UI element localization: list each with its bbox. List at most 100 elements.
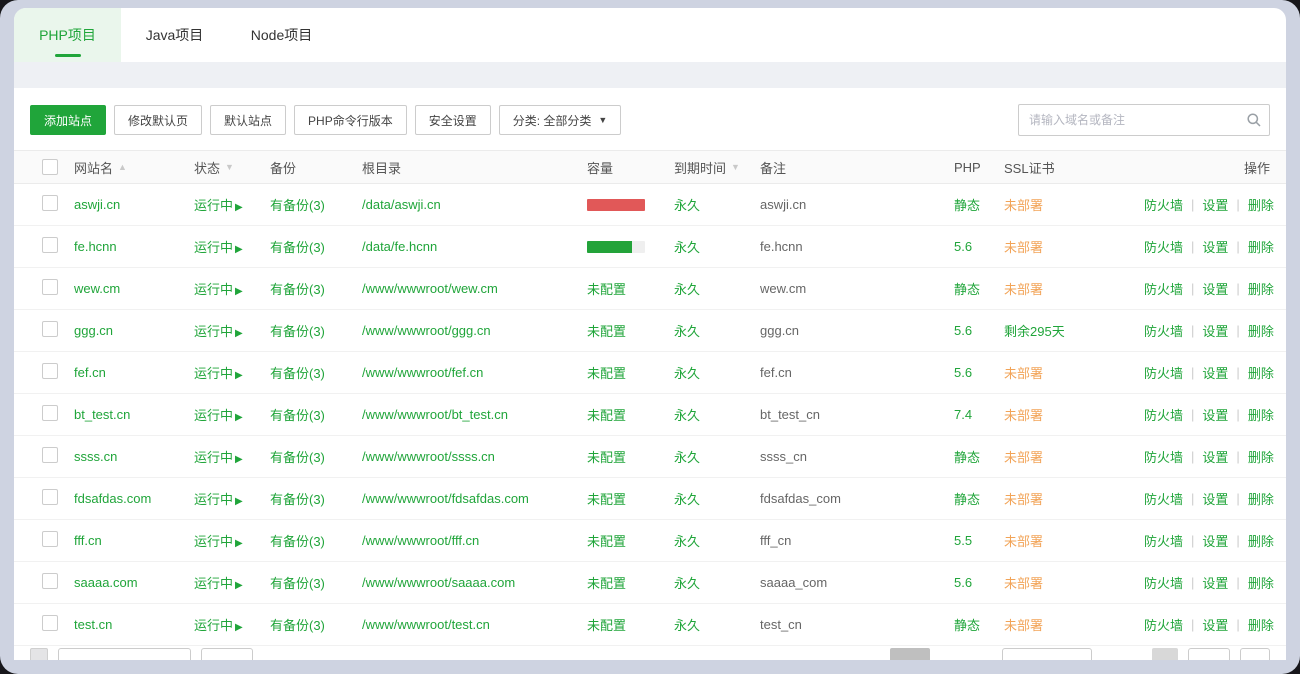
category-filter-dropdown[interactable]: 分类: 全部分类 ▼ bbox=[499, 105, 622, 135]
site-name-link[interactable]: fef.cn bbox=[74, 365, 106, 380]
quota-cell[interactable] bbox=[587, 199, 674, 211]
site-status-link[interactable]: 运行中 bbox=[194, 240, 233, 255]
action-settings[interactable]: 设置 bbox=[1202, 321, 1228, 340]
quota-cell[interactable]: 未配置 bbox=[587, 531, 674, 550]
backup-link[interactable]: 有备份(3) bbox=[270, 492, 325, 507]
site-name-link[interactable]: saaaa.com bbox=[74, 575, 138, 590]
remark-text[interactable]: fdsafdas_com bbox=[760, 491, 954, 506]
quota-unconfigured-link[interactable]: 未配置 bbox=[587, 324, 626, 339]
security-settings-button[interactable]: 安全设置 bbox=[415, 105, 491, 135]
site-name-link[interactable]: fdsafdas.com bbox=[74, 491, 151, 506]
column-site-name[interactable]: 网站名 ▲ bbox=[74, 158, 194, 177]
ssl-status-link[interactable]: 未部署 bbox=[1004, 492, 1043, 507]
remark-text[interactable]: ggg.cn bbox=[760, 323, 954, 338]
remark-text[interactable]: fff_cn bbox=[760, 533, 954, 548]
remark-text[interactable]: ssss_cn bbox=[760, 449, 954, 464]
root-path-link[interactable]: /data/aswji.cn bbox=[362, 197, 441, 212]
pagination-go-button[interactable] bbox=[1240, 648, 1270, 660]
row-checkbox[interactable] bbox=[42, 573, 58, 589]
action-firewall[interactable]: 防火墙 bbox=[1144, 363, 1183, 382]
backup-link[interactable]: 有备份(3) bbox=[270, 408, 325, 423]
ssl-status-link[interactable]: 未部署 bbox=[1004, 576, 1043, 591]
site-status-link[interactable]: 运行中 bbox=[194, 534, 233, 549]
backup-link[interactable]: 有备份(3) bbox=[270, 534, 325, 549]
backup-link[interactable]: 有备份(3) bbox=[270, 282, 325, 297]
action-delete[interactable]: 删除 bbox=[1248, 195, 1274, 214]
root-path-link[interactable]: /www/wwwroot/ssss.cn bbox=[362, 449, 495, 464]
action-firewall[interactable]: 防火墙 bbox=[1144, 531, 1183, 550]
quota-unconfigured-link[interactable]: 未配置 bbox=[587, 450, 626, 465]
row-checkbox[interactable] bbox=[42, 405, 58, 421]
php-version-link[interactable]: 静态 bbox=[954, 492, 980, 507]
modify-default-page-button[interactable]: 修改默认页 bbox=[114, 105, 202, 135]
backup-link[interactable]: 有备份(3) bbox=[270, 366, 325, 381]
backup-link[interactable]: 有备份(3) bbox=[270, 324, 325, 339]
php-version-link[interactable]: 静态 bbox=[954, 450, 980, 465]
site-status-link[interactable]: 运行中 bbox=[194, 450, 233, 465]
site-status-link[interactable]: 运行中 bbox=[194, 198, 233, 213]
action-delete[interactable]: 删除 bbox=[1248, 531, 1274, 550]
tab-java[interactable]: Java项目 bbox=[121, 8, 228, 62]
quota-unconfigured-link[interactable]: 未配置 bbox=[587, 534, 626, 549]
batch-action-select[interactable] bbox=[58, 648, 191, 660]
action-settings[interactable]: 设置 bbox=[1202, 405, 1228, 424]
action-delete[interactable]: 删除 bbox=[1248, 363, 1274, 382]
action-firewall[interactable]: 防火墙 bbox=[1144, 615, 1183, 634]
site-name-link[interactable]: ssss.cn bbox=[74, 449, 117, 464]
row-checkbox[interactable] bbox=[42, 489, 58, 505]
backup-link[interactable]: 有备份(3) bbox=[270, 576, 325, 591]
quota-unconfigured-link[interactable]: 未配置 bbox=[587, 576, 626, 591]
php-version-link[interactable]: 静态 bbox=[954, 198, 980, 213]
quota-cell[interactable]: 未配置 bbox=[587, 279, 674, 298]
ssl-status-link[interactable]: 未部署 bbox=[1004, 240, 1043, 255]
root-path-link[interactable]: /www/wwwroot/ggg.cn bbox=[362, 323, 491, 338]
backup-link[interactable]: 有备份(3) bbox=[270, 240, 325, 255]
column-expire[interactable]: 到期时间 ▼ bbox=[674, 158, 760, 177]
php-cli-version-button[interactable]: PHP命令行版本 bbox=[294, 105, 407, 135]
search-input[interactable] bbox=[1018, 104, 1270, 136]
action-delete[interactable]: 删除 bbox=[1248, 615, 1274, 634]
site-status-link[interactable]: 运行中 bbox=[194, 366, 233, 381]
quota-cell[interactable]: 未配置 bbox=[587, 615, 674, 634]
column-status[interactable]: 状态 ▼ bbox=[194, 158, 270, 177]
action-firewall[interactable]: 防火墙 bbox=[1144, 405, 1183, 424]
column-root-dir[interactable]: 根目录 bbox=[362, 158, 587, 177]
quota-unconfigured-link[interactable]: 未配置 bbox=[587, 282, 626, 297]
root-path-link[interactable]: /www/wwwroot/fef.cn bbox=[362, 365, 483, 380]
root-path-link[interactable]: /www/wwwroot/bt_test.cn bbox=[362, 407, 508, 422]
ssl-status-link[interactable]: 未部署 bbox=[1004, 366, 1043, 381]
action-delete[interactable]: 删除 bbox=[1248, 321, 1274, 340]
root-path-link[interactable]: /www/wwwroot/saaaa.com bbox=[362, 575, 515, 590]
pagination-jump-icon[interactable] bbox=[1152, 648, 1178, 660]
row-checkbox[interactable] bbox=[42, 279, 58, 295]
backup-link[interactable]: 有备份(3) bbox=[270, 618, 325, 633]
site-status-link[interactable]: 运行中 bbox=[194, 492, 233, 507]
row-checkbox[interactable] bbox=[42, 615, 58, 631]
action-settings[interactable]: 设置 bbox=[1202, 531, 1228, 550]
root-path-link[interactable]: /www/wwwroot/test.cn bbox=[362, 617, 490, 632]
ssl-status-link[interactable]: 未部署 bbox=[1004, 282, 1043, 297]
action-settings[interactable]: 设置 bbox=[1202, 195, 1228, 214]
ssl-status-link[interactable]: 未部署 bbox=[1004, 534, 1043, 549]
quota-cell[interactable]: 未配置 bbox=[587, 573, 674, 592]
action-settings[interactable]: 设置 bbox=[1202, 489, 1228, 508]
root-path-link[interactable]: /www/wwwroot/fff.cn bbox=[362, 533, 479, 548]
action-settings[interactable]: 设置 bbox=[1202, 237, 1228, 256]
action-firewall[interactable]: 防火墙 bbox=[1144, 237, 1183, 256]
quota-cell[interactable]: 未配置 bbox=[587, 447, 674, 466]
site-status-link[interactable]: 运行中 bbox=[194, 282, 233, 297]
action-settings[interactable]: 设置 bbox=[1202, 615, 1228, 634]
quota-unconfigured-link[interactable]: 未配置 bbox=[587, 618, 626, 633]
remark-text[interactable]: saaaa_com bbox=[760, 575, 954, 590]
site-name-link[interactable]: ggg.cn bbox=[74, 323, 113, 338]
row-checkbox[interactable] bbox=[42, 363, 58, 379]
column-backup[interactable]: 备份 bbox=[270, 158, 362, 177]
batch-submit-button[interactable] bbox=[201, 648, 253, 660]
action-firewall[interactable]: 防火墙 bbox=[1144, 447, 1183, 466]
row-checkbox[interactable] bbox=[42, 321, 58, 337]
action-firewall[interactable]: 防火墙 bbox=[1144, 195, 1183, 214]
remark-text[interactable]: wew.cm bbox=[760, 281, 954, 296]
row-checkbox[interactable] bbox=[42, 447, 58, 463]
site-status-link[interactable]: 运行中 bbox=[194, 618, 233, 633]
remark-text[interactable]: test_cn bbox=[760, 617, 954, 632]
